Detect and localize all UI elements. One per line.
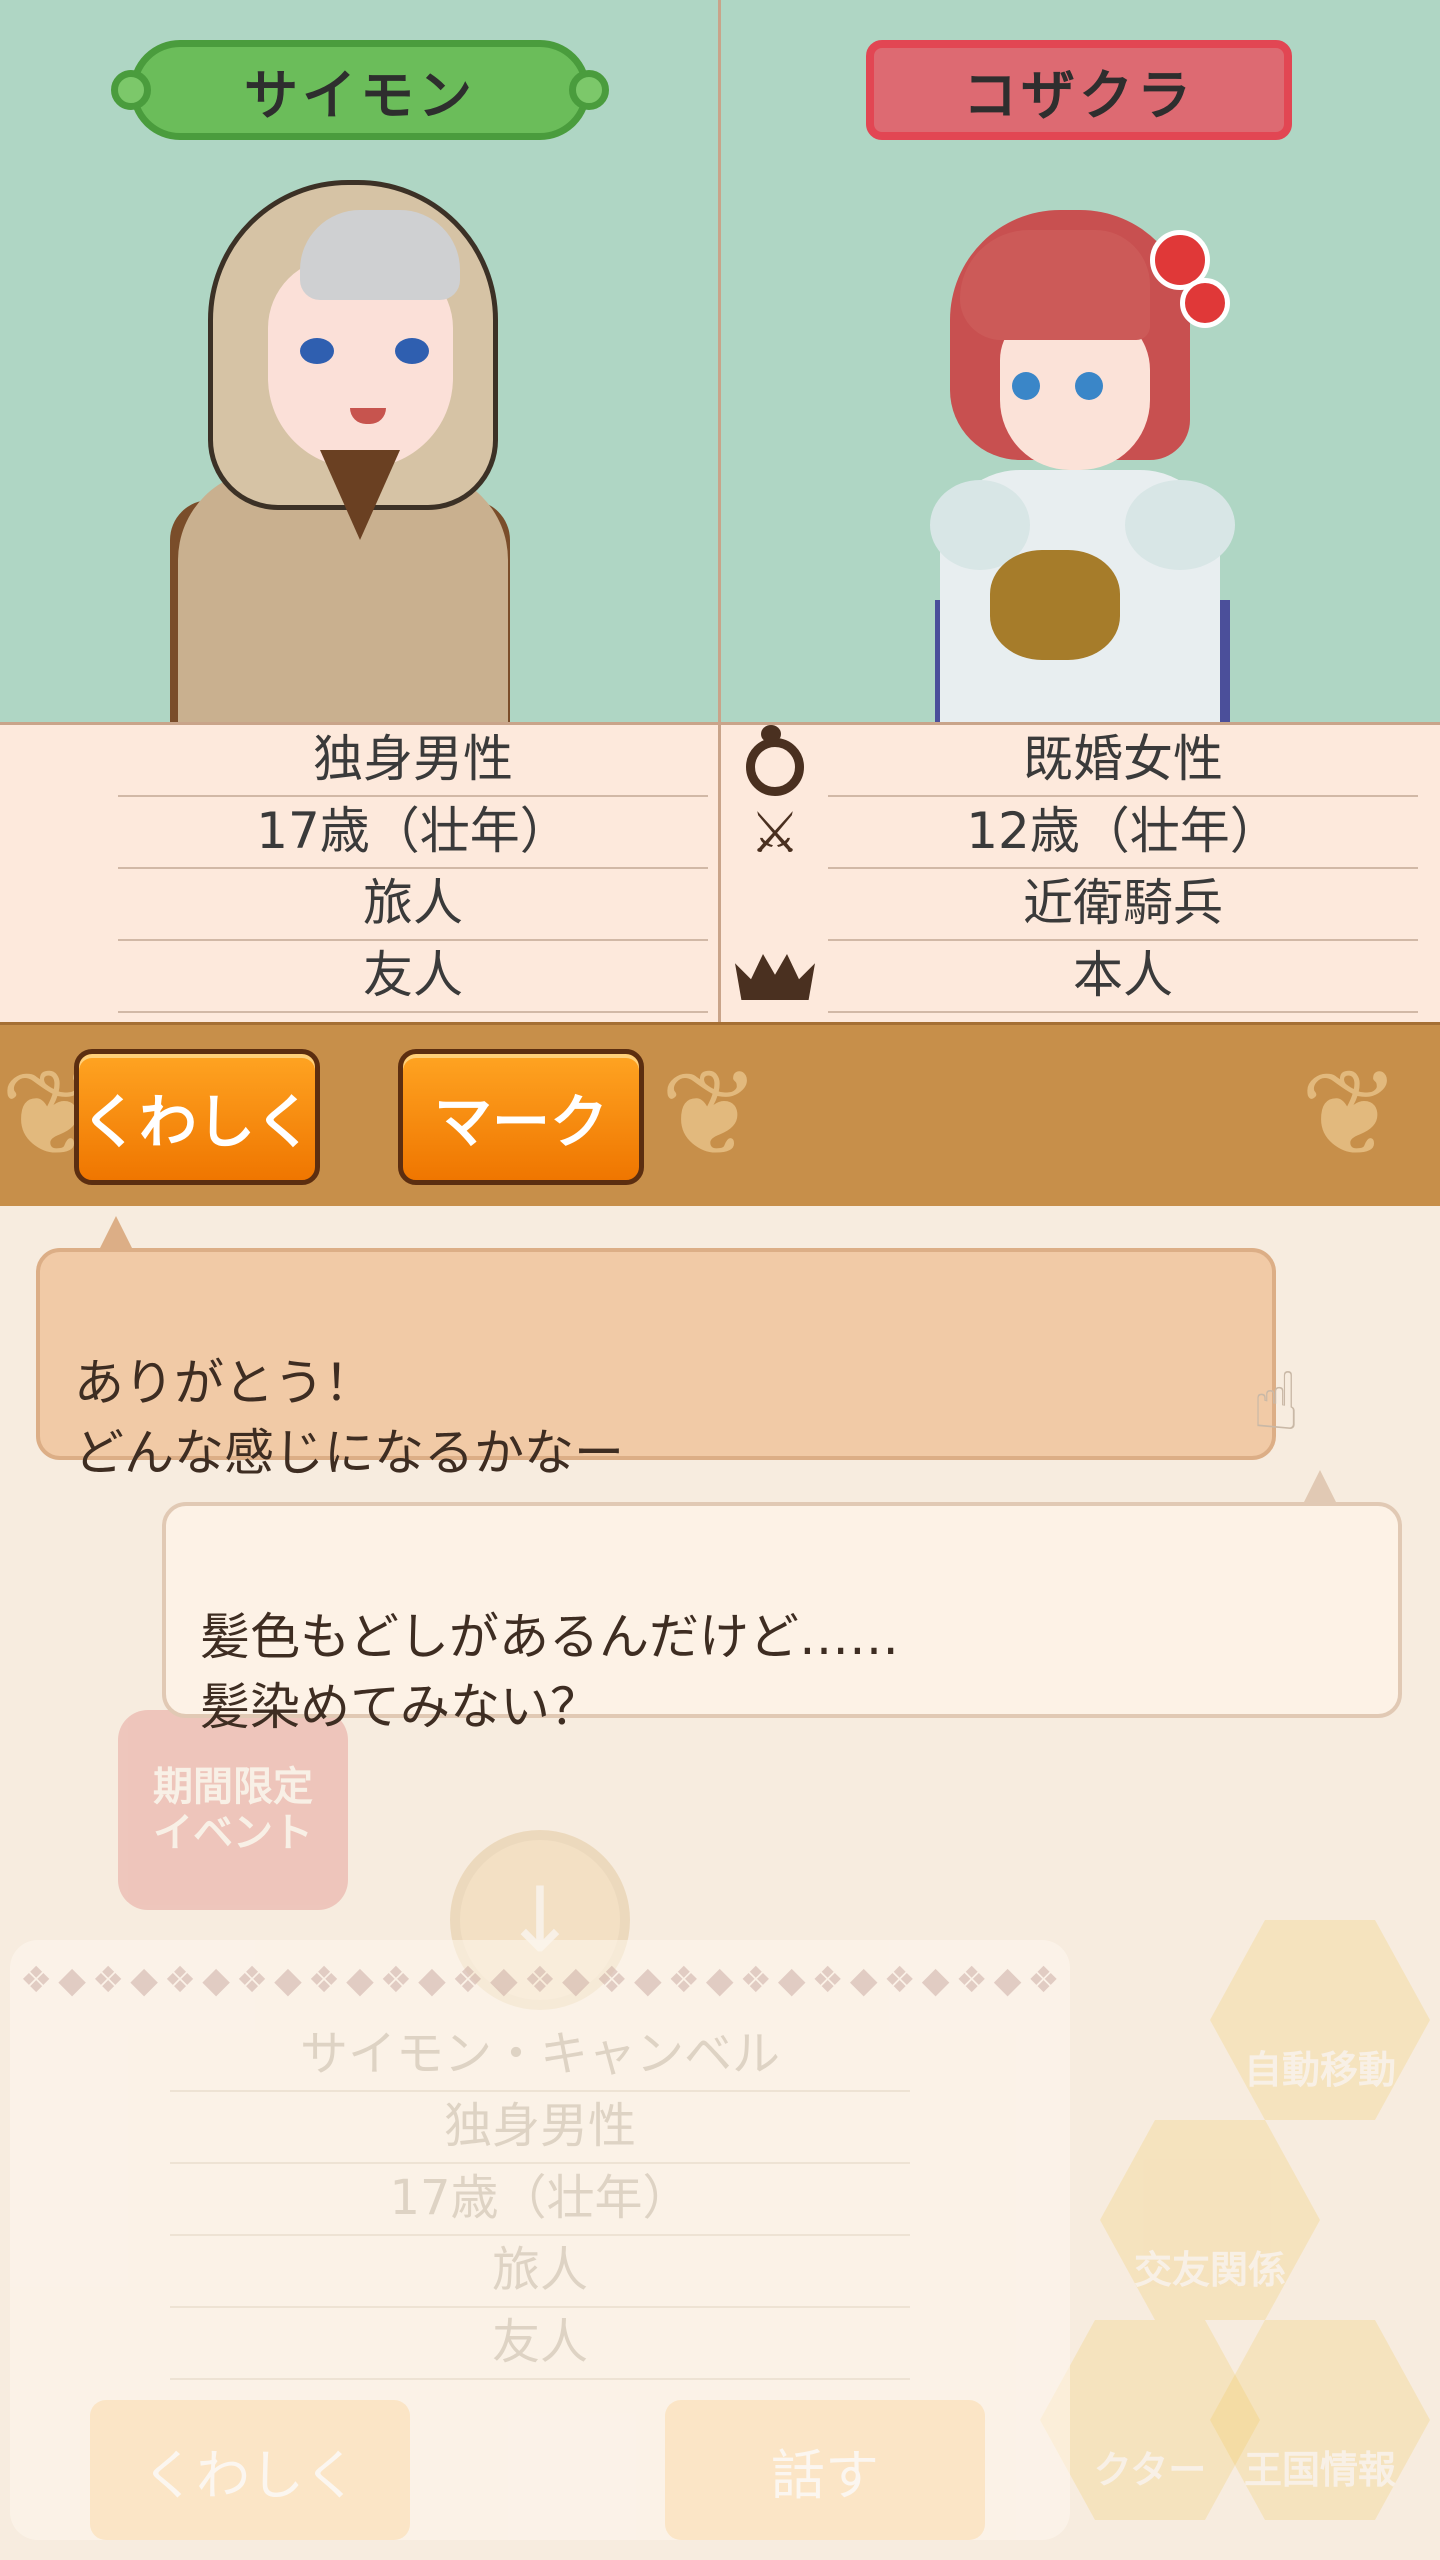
tap-hand-icon: ☝ xyxy=(1251,1354,1301,1448)
right-occupation: 近衛騎兵 xyxy=(828,869,1418,941)
dialogue-text: ありがとう！ どんな感じになるかなー xyxy=(74,1354,624,1482)
decorative-border: ❖◆❖◆❖◆❖◆❖◆❖◆❖◆❖◆❖◆❖◆❖◆❖◆❖◆❖◆❖◆❖◆ xyxy=(20,1960,1060,2000)
card-details-button[interactable]: くわしく xyxy=(90,2400,410,2540)
info-icons: ⚔ xyxy=(720,725,830,1013)
right-relation: 本人 xyxy=(828,941,1418,1013)
right-character-name: コザクラ xyxy=(963,63,1195,127)
card-talk-button[interactable]: 話す xyxy=(665,2400,985,2540)
scroll-ornament-icon: ❦ xyxy=(660,1045,761,1184)
speech-bubble-right[interactable]: 髪色もどしがあるんだけど…… 髪染めてみない？ xyxy=(162,1470,1402,1736)
name-tag-ornament xyxy=(569,70,609,110)
left-info-column: 独身男性 17歳（壮年） 旅人 友人 xyxy=(118,725,708,1013)
mark-button[interactable]: マーク xyxy=(398,1049,644,1185)
right-age: 12歳（壮年） xyxy=(828,797,1418,869)
left-status: 独身男性 xyxy=(118,725,708,797)
card-age: 17歳（壮年） xyxy=(170,2164,910,2236)
crown-icon xyxy=(720,941,830,1013)
card-status: 独身男性 xyxy=(170,2092,910,2164)
right-status: 既婚女性 xyxy=(828,725,1418,797)
center-divider xyxy=(718,0,721,1022)
details-button[interactable]: くわしく xyxy=(74,1049,320,1185)
right-name-tag: コザクラ xyxy=(866,40,1292,140)
occupation-icon xyxy=(720,869,830,941)
left-occupation: 旅人 xyxy=(118,869,708,941)
dialogue-text: 髪色もどしがあるんだけど…… 髪染めてみない？ xyxy=(200,1608,899,1736)
card-name: サイモン・キャンベル xyxy=(170,2020,910,2092)
scroll-ornament-icon: ❦ xyxy=(1300,1045,1401,1184)
speech-bubble-left[interactable]: ありがとう！ どんな感じになるかなー xyxy=(36,1216,1276,1482)
crossed-swords-icon: ⚔ xyxy=(749,800,801,866)
left-name-tag: サイモン xyxy=(111,40,609,140)
name-tag-ornament xyxy=(111,70,151,110)
right-info-column: 既婚女性 12歳（壮年） 近衛騎兵 本人 xyxy=(828,725,1418,1013)
card-relation: 友人 xyxy=(170,2308,910,2380)
background-character-card: サイモン・キャンベル 独身男性 17歳（壮年） 旅人 友人 くわしく 話す xyxy=(10,1940,1070,2540)
left-relation: 友人 xyxy=(118,941,708,1013)
left-character-name: サイモン xyxy=(244,63,476,127)
left-age: 17歳（壮年） xyxy=(118,797,708,869)
ring-icon xyxy=(720,725,830,797)
card-occupation: 旅人 xyxy=(170,2236,910,2308)
action-bar: ❦ ❦ ❦ くわしく マーク xyxy=(0,1022,1440,1206)
